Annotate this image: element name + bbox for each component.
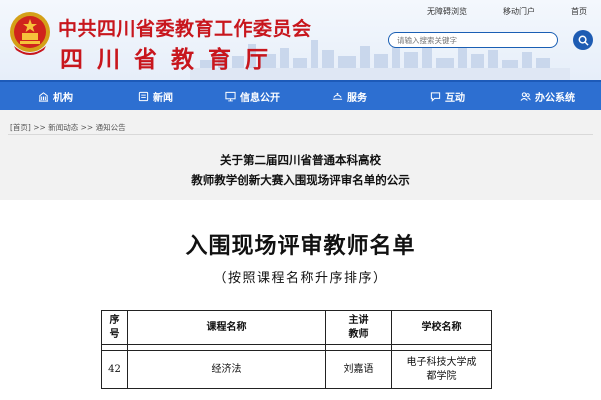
- notice-title-line1: 关于第二届四川省普通本科高校: [220, 153, 381, 167]
- service-icon: [332, 92, 343, 100]
- divider: [8, 134, 593, 135]
- table-row: 42 经济法 刘嘉语 电子科技大学成 都学院: [101, 350, 492, 389]
- cell-school-line2: 都学院: [426, 370, 457, 382]
- header-teacher-line1: 主讲: [348, 314, 369, 326]
- cell-course: 经济法: [127, 350, 326, 389]
- content-header: [首页] >> 新闻动态 >> 通知公告 关于第二届四川省普通本科高校 教师教学…: [0, 110, 601, 200]
- chat-icon: [430, 91, 441, 102]
- site-title: 中共四川省委教育工作委员会: [58, 18, 312, 40]
- cell-teacher: 刘嘉语: [325, 350, 392, 389]
- nav-label: 服务: [347, 92, 367, 104]
- accessibility-link[interactable]: 无障碍浏览: [427, 6, 467, 17]
- nav-item-info-disclosure[interactable]: 信息公开: [225, 82, 280, 110]
- nav-item-news[interactable]: 新闻: [138, 82, 173, 110]
- breadcrumb-separator: >>: [33, 123, 46, 132]
- nav-item-office-system[interactable]: 办公系统: [520, 82, 575, 110]
- site-header: 中共四川省委教育工作委员会 四川省教育厅 无障碍浏览 移动门户 首页: [0, 0, 601, 80]
- notice-title-line2: 教师教学创新大赛入围现场评审名单的公示: [191, 173, 410, 187]
- nav-item-institution[interactable]: 机构: [38, 82, 73, 110]
- breadcrumb-notice[interactable]: 通知公告: [96, 123, 126, 132]
- cell-school: 电子科技大学成 都学院: [391, 350, 492, 389]
- header-school: 学校名称: [391, 310, 492, 345]
- document-subtitle: （按照课程名称升序排序）: [213, 271, 388, 286]
- document-title: 入围现场评审教师名单: [185, 233, 416, 259]
- nav-item-service[interactable]: 服务: [332, 82, 367, 110]
- home-link[interactable]: 首页: [571, 6, 587, 17]
- breadcrumb-home[interactable]: [首页]: [10, 123, 31, 132]
- site-subtitle: 四川省教育厅: [60, 47, 282, 73]
- nav-label: 信息公开: [240, 92, 280, 104]
- top-links: 无障碍浏览 移动门户 首页: [427, 6, 587, 17]
- national-emblem-logo: [10, 12, 50, 55]
- main-nav: 机构 新闻 信息公开 服务 互动 办公系统: [0, 80, 601, 110]
- users-icon: [520, 91, 531, 101]
- nav-label: 机构: [53, 92, 73, 104]
- nav-label: 办公系统: [535, 92, 575, 104]
- breadcrumb-news[interactable]: 新闻动态: [48, 123, 78, 132]
- monitor-icon: [225, 91, 236, 101]
- search-button[interactable]: [573, 30, 593, 50]
- nav-label: 互动: [445, 92, 465, 104]
- building-icon: [38, 91, 49, 102]
- header-teacher-line2: 教师: [348, 328, 369, 340]
- breadcrumb: [首页] >> 新闻动态 >> 通知公告: [10, 122, 126, 133]
- table-header-row: 序 号 课程名称 主讲 教师 学校名称: [101, 310, 492, 345]
- header-teacher: 主讲 教师: [325, 310, 392, 345]
- search-icon: [578, 35, 589, 46]
- header-seq-line1: 序: [109, 314, 120, 326]
- nav-item-interaction[interactable]: 互动: [430, 82, 465, 110]
- cell-seq: 42: [101, 350, 128, 389]
- mobile-portal-link[interactable]: 移动门户: [503, 6, 535, 17]
- nav-label: 新闻: [153, 92, 173, 104]
- news-icon: [138, 91, 149, 101]
- shortlist-table: 序 号 课程名称 主讲 教师 学校名称 42 经济法 刘嘉语 电子科技大学成 都…: [101, 310, 492, 389]
- breadcrumb-separator: >>: [80, 123, 94, 132]
- header-seq: 序 号: [101, 310, 128, 345]
- header-course: 课程名称: [127, 310, 326, 345]
- search-input[interactable]: [388, 32, 558, 48]
- header-seq-line2: 号: [109, 328, 120, 340]
- cell-school-line1: 电子科技大学成: [406, 356, 477, 368]
